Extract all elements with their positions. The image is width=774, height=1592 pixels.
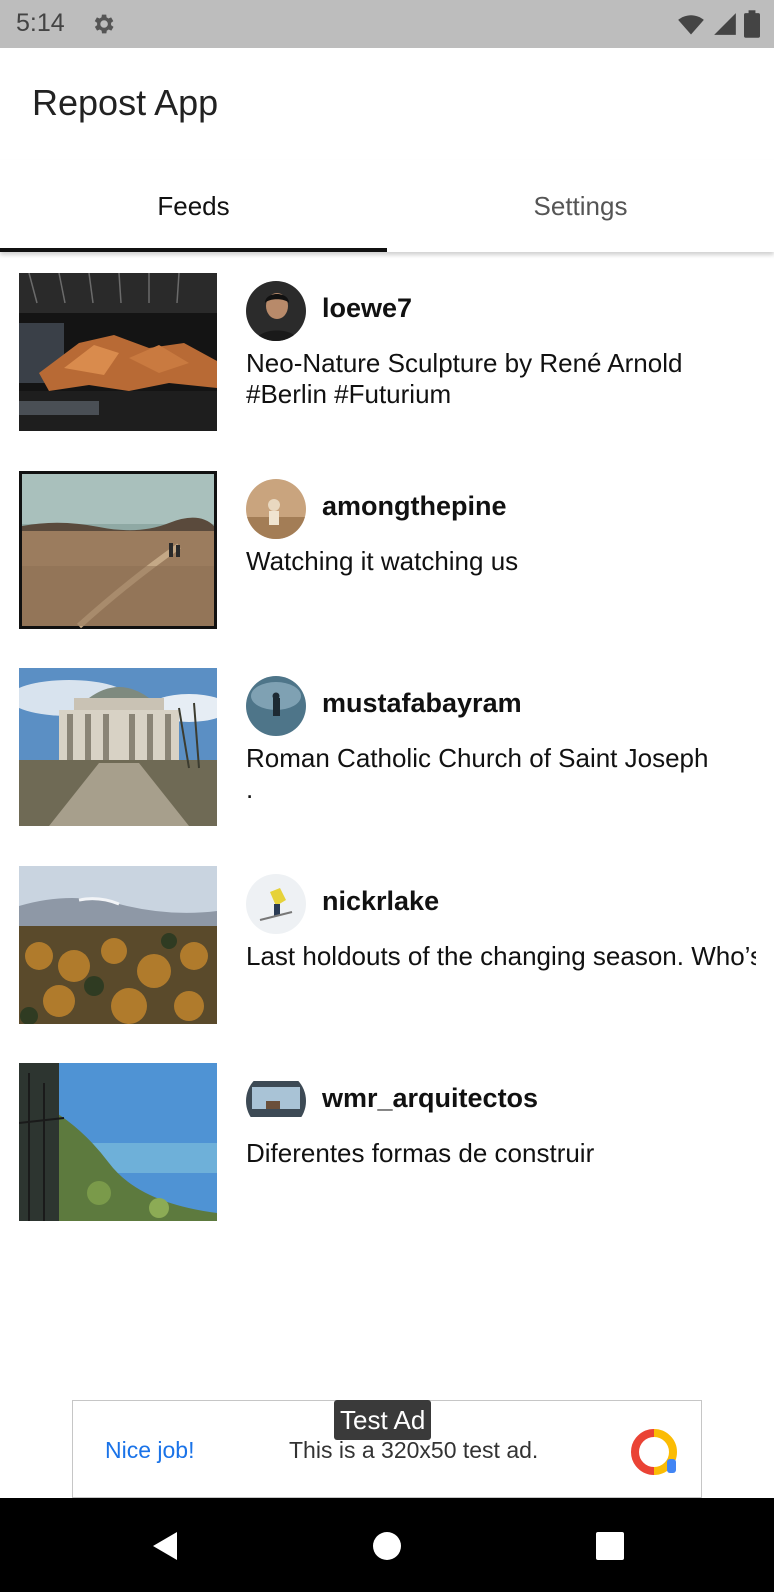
- post-thumbnail[interactable]: [19, 273, 217, 431]
- post-caption: Watching it watching us: [246, 545, 519, 576]
- navigation-bar: [0, 1498, 774, 1592]
- feed-item[interactable]: loewe7 Neo-Nature Sculpture by René Arno…: [0, 252, 774, 450]
- post-username[interactable]: nickrlake: [322, 886, 439, 917]
- post-username[interactable]: amongthepine: [322, 491, 507, 522]
- post-thumbnail[interactable]: [19, 470, 217, 629]
- app-title: Repost App: [32, 82, 219, 123]
- post-caption: Last holdouts of the changing season. Wh…: [246, 940, 756, 971]
- feed-item[interactable]: nickrlake Last holdouts of the changing …: [0, 845, 774, 1043]
- feed-list: loewe7 Neo-Nature Sculpture by René Arno…: [0, 252, 774, 1240]
- post-username[interactable]: loewe7: [322, 293, 412, 324]
- status-icons: [676, 10, 760, 38]
- post-thumbnail[interactable]: [19, 1063, 217, 1221]
- back-icon[interactable]: [145, 1526, 185, 1566]
- post-caption: Roman Catholic Church of Saint Joseph .: [246, 743, 709, 804]
- gear-icon: [90, 11, 116, 37]
- post-thumbnail[interactable]: [19, 865, 217, 1024]
- status-bar: 5:14: [0, 0, 774, 48]
- battery-icon: [744, 10, 760, 38]
- signal-icon: [712, 10, 738, 38]
- tab-feeds[interactable]: Feeds: [0, 160, 387, 252]
- avatar[interactable]: [246, 676, 306, 736]
- post-caption: Neo-Nature Sculpture by René Arnold #Ber…: [246, 348, 683, 409]
- post-thumbnail[interactable]: [19, 668, 217, 826]
- app-bar: Repost App: [0, 48, 774, 160]
- feed-item[interactable]: mustafabayram Roman Catholic Church of S…: [0, 647, 774, 845]
- home-icon[interactable]: [367, 1526, 407, 1566]
- avatar[interactable]: [246, 873, 306, 934]
- tab-bar: Feeds Settings: [0, 160, 774, 252]
- feed-item[interactable]: wmr_arquitectos Diferentes formas de con…: [0, 1042, 774, 1240]
- test-ad-badge: Test Ad: [334, 1400, 432, 1440]
- ad-headline[interactable]: Nice job!: [105, 1437, 194, 1464]
- avatar[interactable]: [246, 1071, 306, 1131]
- ad-logo-icon: [629, 1427, 679, 1477]
- avatar[interactable]: [246, 478, 306, 539]
- tab-settings[interactable]: Settings: [387, 160, 774, 252]
- post-caption: Diferentes formas de construir: [246, 1138, 595, 1168]
- post-username[interactable]: wmr_arquitectos: [322, 1083, 538, 1114]
- avatar[interactable]: [246, 281, 306, 341]
- wifi-icon: [676, 10, 706, 38]
- status-time: 5:14: [16, 9, 65, 37]
- post-username[interactable]: mustafabayram: [322, 688, 522, 719]
- recents-icon[interactable]: [590, 1526, 630, 1566]
- feed-item[interactable]: amongthepine Watching it watching us: [0, 450, 774, 648]
- ad-body-text: This is a 320x50 test ad.: [289, 1437, 539, 1463]
